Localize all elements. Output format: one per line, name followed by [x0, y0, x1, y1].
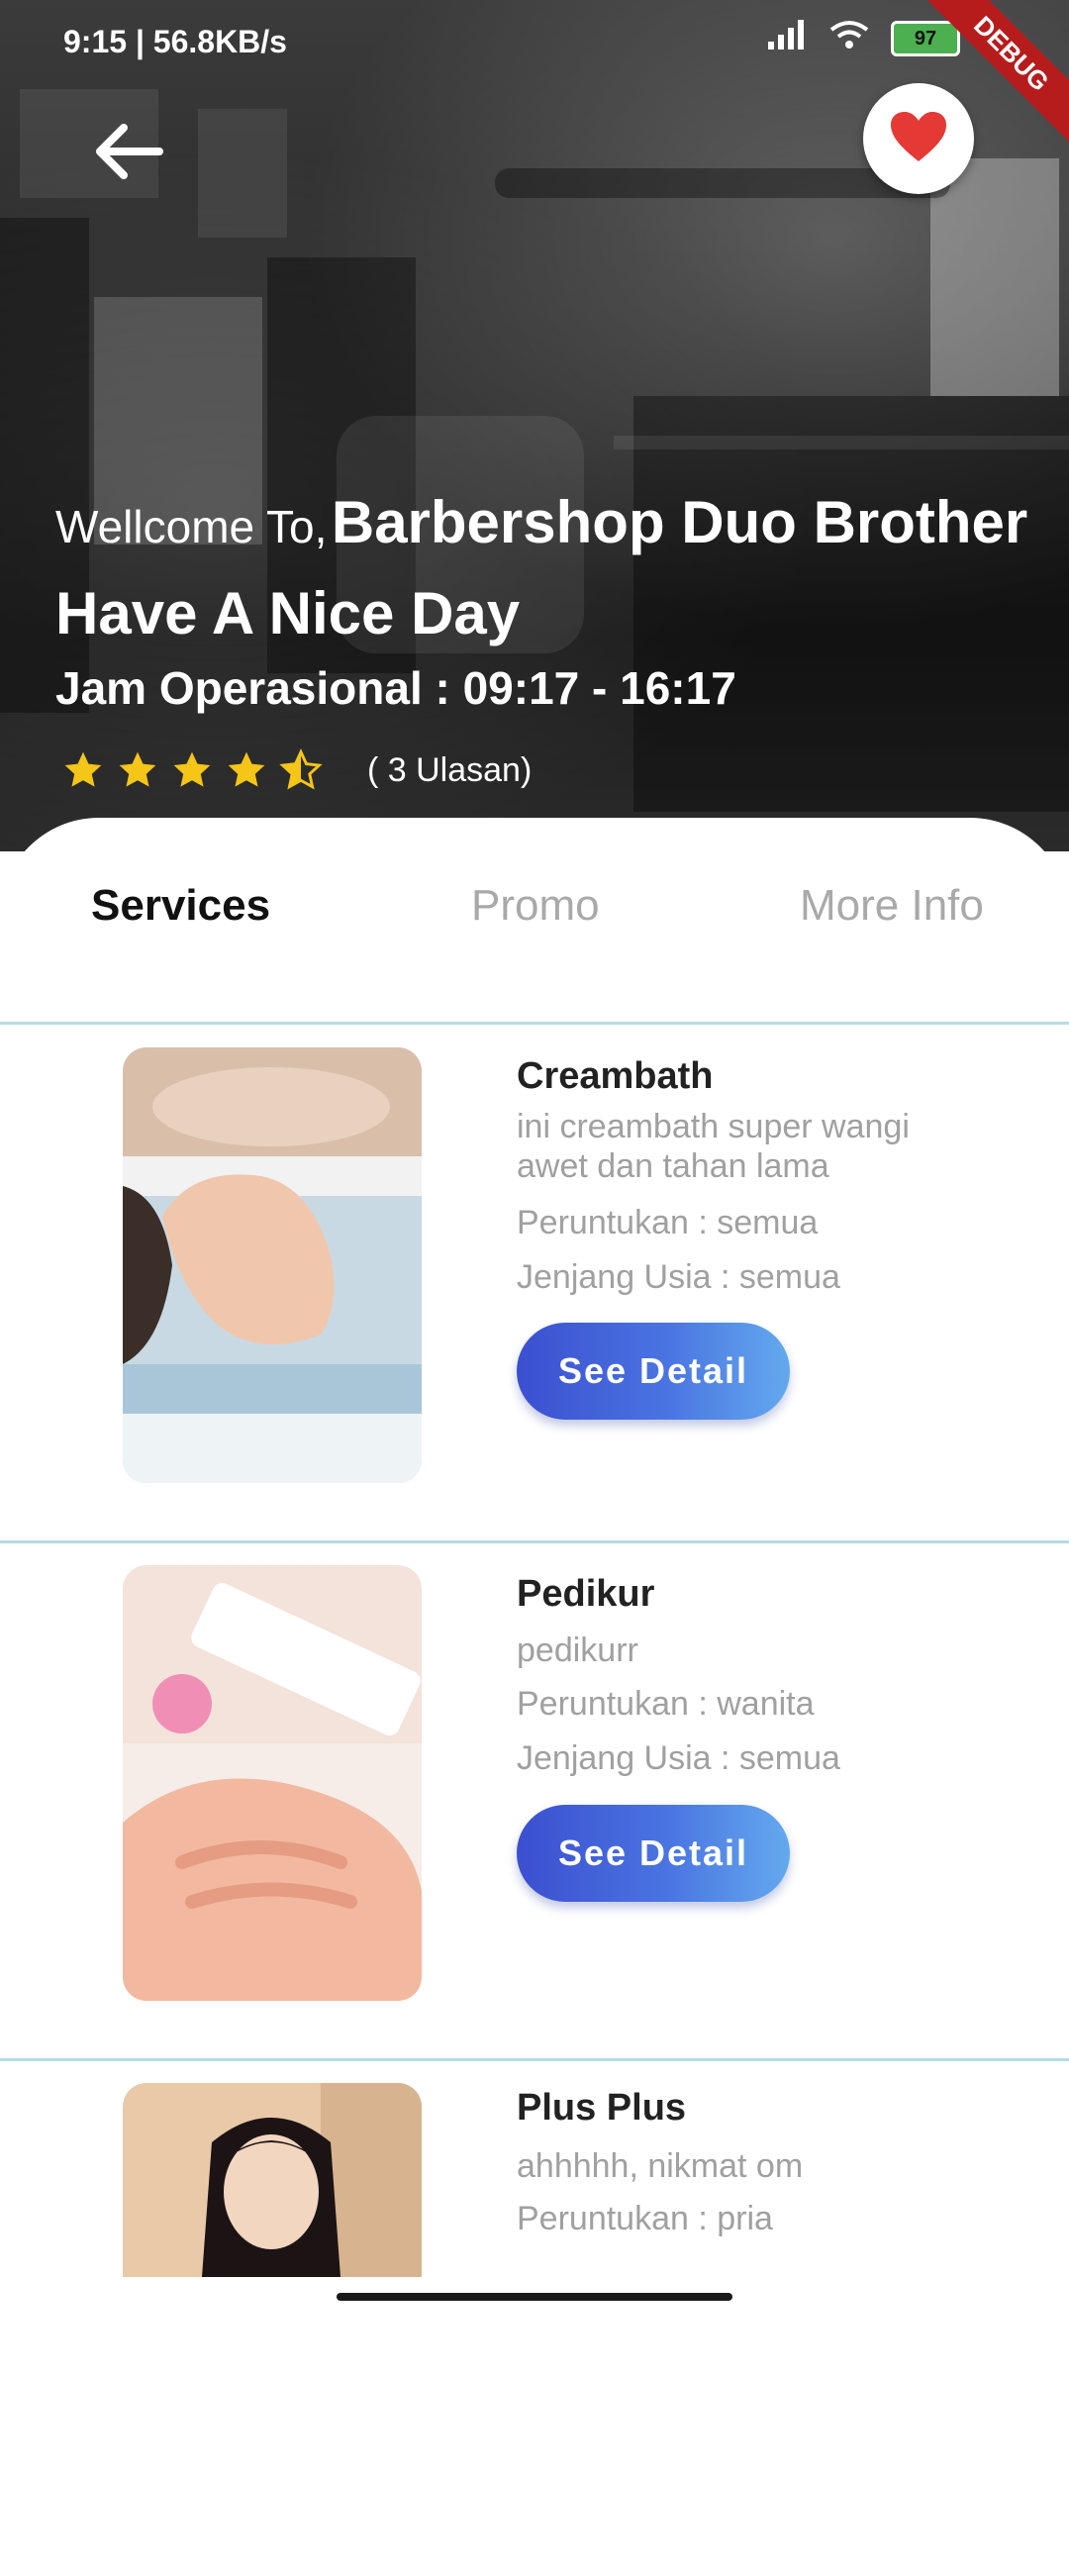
see-detail-button[interactable]: See Detail: [517, 1323, 790, 1420]
star-half-icon: [279, 748, 323, 792]
tab-promo[interactable]: Promo: [471, 881, 600, 931]
pedikur-image: [123, 1565, 422, 2001]
welcome-text: Wellcome To, Barbershop Duo Brother Have…: [55, 485, 1045, 667]
favorite-button[interactable]: [863, 83, 974, 194]
status-bar: 9:15 | 56.8KB/s 97: [0, 0, 1069, 77]
tab-bar: Services Promo More Info: [0, 818, 1069, 1026]
tab-divider: [0, 1022, 1069, 1025]
star-icon: [61, 748, 105, 792]
heart-icon: [889, 110, 948, 168]
signal-icon: [768, 20, 808, 57]
service-name: Creambath: [517, 1055, 714, 1097]
home-indicator[interactable]: [337, 2293, 732, 2301]
shop-name: Barbershop Duo Brother: [331, 489, 1028, 555]
star-icon: [116, 748, 159, 792]
plus-plus-image: [123, 2083, 422, 2277]
service-description: ahhhhh, nikmat om: [517, 2147, 804, 2185]
rating: ( 3 Ulasan): [61, 748, 532, 792]
service-description: pedikurr: [517, 1632, 638, 1669]
service-name: Pedikur: [517, 1573, 655, 1615]
service-name: Plus Plus: [517, 2087, 687, 2129]
wifi-icon: [829, 20, 869, 57]
operating-hours: Jam Operasional : 09:17 - 16:17: [55, 662, 736, 714]
service-item[interactable]: Plus Plus ahhhhh, nikmat om Peruntukan :…: [0, 2061, 1069, 2576]
star-icon: [170, 748, 214, 792]
greeting: Have A Nice Day: [55, 580, 521, 646]
service-for: Peruntukan : pria: [517, 2200, 773, 2237]
service-item[interactable]: Creambath ini creambath super wangi awet…: [0, 1026, 1069, 1540]
service-item[interactable]: Pedikur pedikurr Peruntukan : wanita Jen…: [0, 1543, 1069, 2058]
tab-services[interactable]: Services: [91, 881, 270, 931]
service-for: Peruntukan : wanita: [517, 1685, 815, 1723]
back-button[interactable]: [83, 119, 172, 194]
tab-more-info[interactable]: More Info: [800, 881, 984, 931]
review-count[interactable]: ( 3 Ulasan): [367, 751, 532, 790]
battery-indicator: 97: [891, 21, 960, 56]
arrow-left-icon: [90, 114, 165, 198]
see-detail-button[interactable]: See Detail: [517, 1805, 790, 1902]
star-icon: [225, 748, 268, 792]
welcome-prefix: Wellcome To,: [55, 501, 328, 552]
creambath-image: [123, 1047, 422, 1483]
status-time: 9:15 | 56.8KB/s: [63, 24, 287, 59]
service-description: ini creambath super wangi awet dan tahan…: [517, 1108, 910, 1185]
service-for: Peruntukan : semua: [517, 1204, 819, 1241]
header-image: 9:15 | 56.8KB/s 97 DEBUG Wellcome To, Ba…: [0, 0, 1069, 851]
content-sheet: Services Promo More Info Creambath ini c…: [0, 818, 1069, 2317]
service-age: Jenjang Usia : semua: [517, 1258, 840, 1296]
service-age: Jenjang Usia : semua: [517, 1739, 840, 1777]
